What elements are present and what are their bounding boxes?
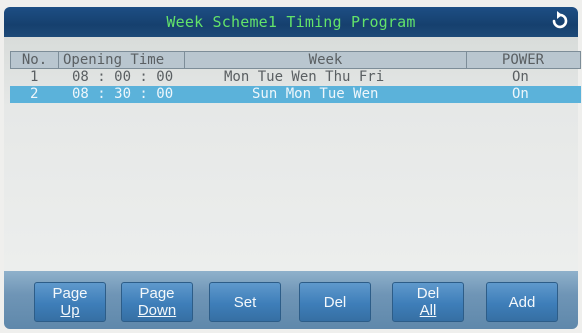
row-opening-time: 08 : 30 : 00 <box>72 86 174 102</box>
row-week: Mon Tue Wen Thu Fri <box>224 69 385 85</box>
button-label: Up <box>60 302 80 319</box>
row-opening-time: 08 : 00 : 00 <box>72 69 174 85</box>
page-up-button[interactable]: Page Up <box>34 282 106 322</box>
header-no: No. <box>11 52 59 68</box>
row-power: On <box>512 69 529 85</box>
table-row[interactable]: 1 08 : 00 : 00 Mon Tue Wen Thu Fri On <box>10 69 581 86</box>
table-header: No. Opening Time Week POWER <box>10 51 581 69</box>
page-title: Week Scheme1 Timing Program <box>166 13 416 31</box>
header-opening-time: Opening Time <box>59 52 185 68</box>
row-power: On <box>512 86 529 102</box>
row-no: 2 <box>30 86 39 102</box>
header-power: POWER <box>501 52 545 68</box>
delete-button[interactable]: Del <box>299 282 371 322</box>
button-label: Page <box>139 285 175 302</box>
add-button[interactable]: Add <box>486 282 558 322</box>
header-week: Week <box>185 52 467 68</box>
button-label: Set <box>233 293 257 311</box>
row-no: 1 <box>30 69 39 85</box>
button-label: Down <box>137 302 177 319</box>
button-label: Del <box>323 293 347 311</box>
refresh-arrow-icon[interactable] <box>548 10 570 32</box>
screen: Week Scheme1 Timing Program No. Opening … <box>0 0 582 333</box>
button-label: Add <box>508 293 536 311</box>
set-button[interactable]: Set <box>209 282 281 322</box>
button-label: Del <box>416 285 440 302</box>
button-bar: Page Up Page Down Set Del Del All Add <box>4 271 578 329</box>
button-label: Page <box>52 285 88 302</box>
title-bar: Week Scheme1 Timing Program <box>4 7 578 37</box>
program-list-panel: No. Opening Time Week POWER 1 08 : 00 : … <box>4 37 581 271</box>
table-row[interactable]: 2 08 : 30 : 00 Sun Mon Tue Wen On <box>10 86 581 103</box>
row-week: Sun Mon Tue Wen <box>252 86 379 102</box>
page-down-button[interactable]: Page Down <box>121 282 193 322</box>
timing-table: No. Opening Time Week POWER 1 08 : 00 : … <box>10 51 581 103</box>
delete-all-button[interactable]: Del All <box>392 282 464 322</box>
button-label: All <box>419 302 437 319</box>
